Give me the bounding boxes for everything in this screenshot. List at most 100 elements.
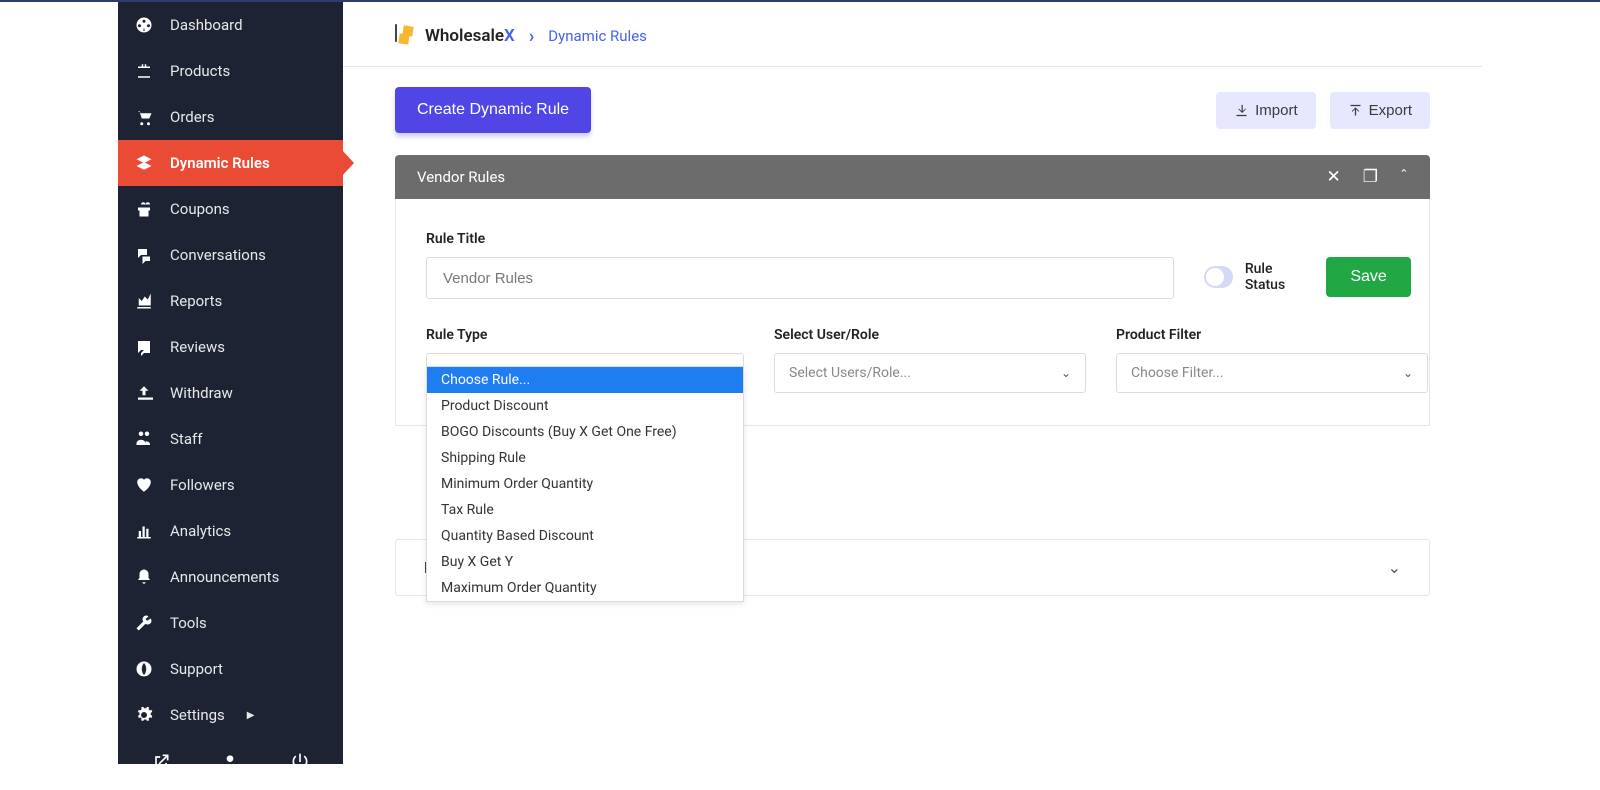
rule-type-field: Rule Type Choose Rule... ⌄ Choose Rule..… [426,327,744,393]
sidebar-item-staff[interactable]: Staff [118,416,343,462]
panel-body: Rule Title Rule Status Save Rule Type Ch… [395,199,1430,426]
panel-header: Vendor Rules ✕ ❐ ˆ [395,155,1430,199]
breadcrumb-current[interactable]: Dynamic Rules [548,27,647,45]
chat-icon [134,245,154,265]
product-filter-label: Product Filter [1116,327,1428,343]
sidebar: Dashboard Products Orders Dynamic Rules … [118,2,343,764]
dropdown-option[interactable]: Quantity Based Discount [427,523,743,549]
sidebar-item-label: Followers [170,476,235,494]
sidebar-item-conversations[interactable]: Conversations [118,232,343,278]
panel-title: Vendor Rules [417,168,505,186]
dashboard-icon [134,15,154,35]
import-icon [1234,103,1249,118]
dropdown-option[interactable]: Maximum Order Quantity [427,575,743,601]
dropdown-option[interactable]: Tax Rule [427,497,743,523]
sidebar-item-orders[interactable]: Orders [118,94,343,140]
sidebar-item-announcements[interactable]: Announcements [118,554,343,600]
sidebar-item-label: Products [170,62,230,80]
dropdown-option[interactable]: Minimum Order Quantity [427,471,743,497]
chart-icon [134,291,154,311]
sidebar-item-analytics[interactable]: Analytics [118,508,343,554]
sidebar-item-reports[interactable]: Reports [118,278,343,324]
sidebar-item-reviews[interactable]: Reviews [118,324,343,370]
gear-icon [134,705,154,725]
user-role-select[interactable]: Select Users/Role... ⌄ [774,353,1086,393]
rule-status-label: Rule Status [1245,261,1297,293]
globe-icon [134,659,154,679]
create-dynamic-rule-button[interactable]: Create Dynamic Rule [395,87,591,133]
chevron-down-icon: ⌄ [1061,366,1071,380]
sidebar-item-label: Announcements [170,568,279,586]
sidebar-item-dynamic-rules[interactable]: Dynamic Rules [118,140,343,186]
caret-right-icon: ▶ [247,710,255,721]
cart-icon [134,107,154,127]
bars-icon [134,521,154,541]
breadcrumb: WholesaleX › Dynamic Rules [343,2,1482,67]
sidebar-item-support[interactable]: Support [118,646,343,692]
dropdown-option[interactable]: Product Discount [427,393,743,419]
sidebar-item-dashboard[interactable]: Dashboard [118,2,343,48]
wrench-icon [134,613,154,633]
sidebar-item-label: Conversations [170,246,266,264]
sidebar-item-followers[interactable]: Followers [118,462,343,508]
rule-status-toggle[interactable] [1204,266,1233,288]
bell-icon [134,567,154,587]
rule-title-input[interactable] [426,257,1174,299]
copy-icon[interactable]: ❐ [1363,167,1378,187]
layers-icon [134,153,154,173]
dropdown-option[interactable]: Buy X Get Y [427,549,743,575]
sidebar-item-tools[interactable]: Tools [118,600,343,646]
power-icon[interactable] [290,752,310,776]
vendor-rules-panel: Vendor Rules ✕ ❐ ˆ Rule Title Rule Statu… [395,155,1430,426]
sidebar-item-label: Settings [170,706,225,724]
sidebar-item-label: Orders [170,108,215,126]
brand-logo[interactable]: WholesaleX [395,24,515,48]
export-icon [1348,103,1363,118]
sidebar-item-coupons[interactable]: Coupons [118,186,343,232]
rule-type-label: Rule Type [426,327,744,343]
brand-name: WholesaleX [425,26,515,46]
dropdown-option[interactable]: Shipping Rule [427,445,743,471]
sidebar-item-label: Analytics [170,522,231,540]
product-filter-select[interactable]: Choose Filter... ⌄ [1116,353,1428,393]
import-button[interactable]: Import [1216,92,1316,129]
chevron-down-icon: ⌄ [1403,366,1413,380]
chevron-up-icon[interactable]: ˆ [1400,167,1408,187]
sidebar-item-products[interactable]: Products [118,48,343,94]
rule-type-dropdown: Choose Rule... Product Discount BOGO Dis… [426,366,744,602]
sidebar-item-label: Staff [170,430,202,448]
chevron-down-icon: ⌄ [1388,558,1401,577]
rule-title-label: Rule Title [426,231,1174,247]
user-role-label: Select User/Role [774,327,1086,343]
save-button[interactable]: Save [1326,257,1410,297]
sidebar-item-label: Dashboard [170,16,243,34]
sidebar-item-withdraw[interactable]: Withdraw [118,370,343,416]
dropdown-option[interactable]: Choose Rule... [427,367,743,393]
sidebar-item-label: Coupons [170,200,230,218]
comment-icon [134,337,154,357]
briefcase-icon [134,61,154,81]
gift-icon [134,199,154,219]
sidebar-item-label: Withdraw [170,384,233,402]
sidebar-item-label: Reviews [170,338,225,356]
user-icon[interactable] [220,752,240,776]
sidebar-item-label: Tools [170,614,207,632]
sidebar-item-label: Support [170,660,223,678]
sidebar-item-label: Dynamic Rules [170,154,270,172]
export-button[interactable]: Export [1330,92,1430,129]
close-icon[interactable]: ✕ [1326,167,1340,187]
logo-icon [395,24,419,48]
upload-icon [134,383,154,403]
actions-bar: Create Dynamic Rule Import Export [343,67,1482,153]
sidebar-item-settings[interactable]: Settings ▶ [118,692,343,738]
external-link-icon[interactable] [151,752,171,776]
heart-icon [134,475,154,495]
users-icon [134,429,154,449]
user-role-field: Select User/Role Select Users/Role... ⌄ [774,327,1086,393]
chevron-right-icon: › [529,26,534,47]
sidebar-bottom-bar [118,738,343,790]
dropdown-option[interactable]: BOGO Discounts (Buy X Get One Free) [427,419,743,445]
sidebar-item-label: Reports [170,292,222,310]
product-filter-field: Product Filter Choose Filter... ⌄ [1116,327,1428,393]
main-content: WholesaleX › Dynamic Rules Create Dynami… [343,2,1482,764]
